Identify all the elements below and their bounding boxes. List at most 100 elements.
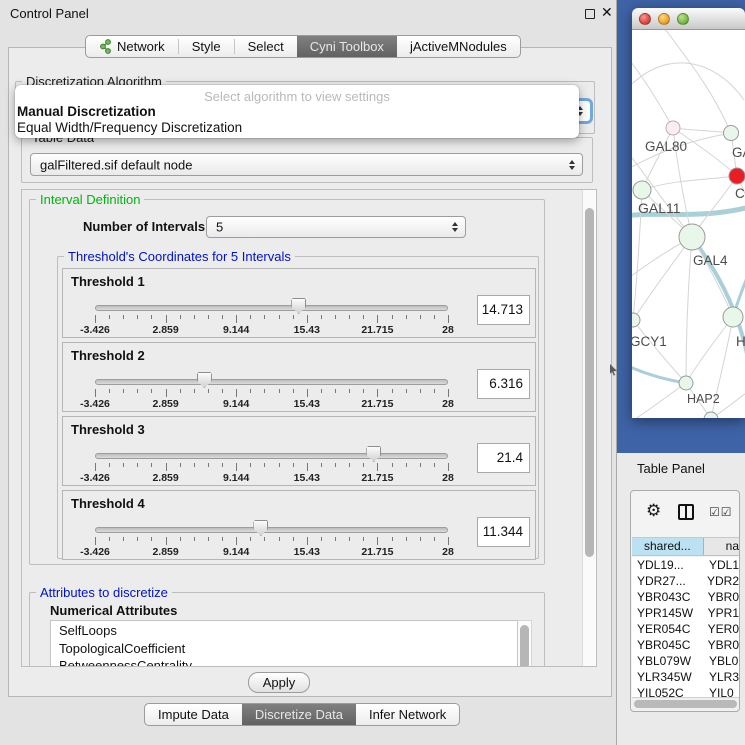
minimize-traffic-light-icon[interactable]: [658, 13, 670, 25]
slider-track[interactable]: [95, 453, 448, 459]
tick-mark: [321, 537, 322, 541]
group-threshold-coordinates: Threshold's Coordinates for 5 Intervals …: [57, 256, 539, 559]
table-row[interactable]: YBR045CYBR0: [632, 637, 739, 653]
table-row[interactable]: YER054CYER0: [632, 621, 739, 637]
dropdown-option-equal-width[interactable]: Equal Width/Frequency Discretization: [15, 120, 579, 136]
cell-name[interactable]: YBL0: [703, 653, 738, 669]
attributes-scrollbar[interactable]: [518, 620, 532, 667]
slider-track[interactable]: [95, 527, 448, 533]
network-node-pink[interactable]: [666, 121, 680, 135]
tick-mark: [151, 389, 152, 393]
tab-cyni-toolbox[interactable]: Cyni Toolbox: [297, 36, 397, 57]
cell-name[interactable]: YDL1: [703, 557, 739, 573]
cell-name[interactable]: YLR3: [703, 669, 739, 685]
tick-mark: [250, 537, 251, 541]
network-node-green[interactable]: [704, 412, 718, 418]
table-row[interactable]: YIL052CYIL0: [632, 685, 739, 697]
table-row[interactable]: YLR345WYLR3: [632, 669, 739, 685]
column-header-shared[interactable]: shared...: [632, 538, 704, 555]
select-columns-icon[interactable]: ☑☑: [709, 505, 733, 519]
scrollbar-thumb[interactable]: [634, 700, 737, 708]
panel-vertical-scrollbar[interactable]: [582, 190, 596, 666]
cell-shared-name[interactable]: YDL19...: [632, 557, 703, 573]
tick-mark: [194, 389, 195, 393]
cell-shared-name[interactable]: YBR045C: [632, 637, 702, 653]
cell-name[interactable]: YBR0: [702, 637, 739, 653]
network-node-green[interactable]: [679, 224, 705, 250]
slider-thumb[interactable]: [253, 520, 268, 536]
numerical-attributes-list: SelfLoopsTopologicalCoefficientBetweenne…: [50, 620, 518, 667]
tab-discretize-data[interactable]: Discretize Data: [242, 704, 356, 725]
table-horizontal-scrollbar[interactable]: [632, 697, 739, 710]
scrollbar-thumb[interactable]: [520, 625, 529, 667]
table-row[interactable]: YDL19...YDL1: [632, 557, 739, 573]
close-icon[interactable]: ✕: [601, 4, 613, 21]
dropdown-option-manual[interactable]: Manual Discretization: [15, 104, 579, 120]
network-edge: [632, 55, 673, 128]
network-node-green[interactable]: [723, 307, 743, 327]
tick-mark: [208, 315, 209, 319]
table-row[interactable]: YBL079WYBL0: [632, 653, 739, 669]
table-row[interactable]: YPR145WYPR1: [632, 605, 739, 621]
attribute-item[interactable]: TopologicalCoefficient: [59, 640, 517, 658]
tick-mark: [236, 315, 237, 323]
table-row[interactable]: YBR043CYBR0: [632, 589, 739, 605]
attribute-item[interactable]: SelfLoops: [59, 622, 517, 640]
node-label: GAL80: [645, 139, 687, 154]
network-node-green[interactable]: [724, 126, 739, 141]
float-window-icon[interactable]: [585, 9, 595, 19]
table-data-combo[interactable]: galFiltered.sif default node: [30, 153, 583, 176]
zoom-traffic-light-icon[interactable]: [677, 13, 689, 25]
tick-mark: [420, 315, 421, 319]
tick-label: -3.426: [80, 546, 110, 558]
column-header-name[interactable]: na: [704, 538, 739, 555]
intervals-combo[interactable]: 5: [206, 216, 466, 238]
tick-mark: [166, 537, 167, 545]
attribute-item[interactable]: BetweennessCentrality: [59, 657, 517, 667]
close-traffic-light-icon[interactable]: [639, 13, 651, 25]
cell-shared-name[interactable]: YPR145W: [632, 605, 702, 621]
network-edge: [632, 383, 686, 418]
cell-name[interactable]: YPR1: [702, 605, 739, 621]
threshold-value-field[interactable]: 21.4: [477, 443, 530, 473]
tab-network[interactable]: Network: [86, 36, 178, 57]
cell-shared-name[interactable]: YER054C: [632, 621, 702, 637]
cell-name[interactable]: YIL0: [703, 685, 734, 697]
slider-track[interactable]: [95, 305, 448, 311]
tab-style[interactable]: Style: [179, 36, 234, 57]
gear-icon[interactable]: ⚙: [646, 501, 661, 521]
cell-shared-name[interactable]: YIL052C: [632, 685, 703, 697]
threshold-value-field[interactable]: 14.713: [477, 295, 530, 325]
slider-thumb[interactable]: [197, 372, 212, 388]
network-canvas[interactable]: GAL80GACGAL11GAL4GCY1HHAP2: [632, 30, 745, 418]
apply-button[interactable]: Apply: [248, 672, 310, 693]
scrollbar-thumb[interactable]: [585, 208, 594, 557]
cell-name[interactable]: YDR2: [701, 573, 739, 589]
cell-name[interactable]: YBR0: [702, 589, 739, 605]
slider-thumb[interactable]: [291, 298, 306, 314]
network-window-titlebar[interactable]: [632, 8, 745, 30]
threshold-value-field[interactable]: 11.344: [477, 517, 530, 547]
tick-mark: [250, 463, 251, 467]
slider-track[interactable]: [95, 379, 448, 385]
tab-label: Discretize Data: [255, 707, 343, 722]
network-node-red[interactable]: [729, 168, 745, 184]
tick-label: 15.43: [294, 324, 320, 336]
slider-thumb[interactable]: [366, 446, 381, 462]
table-row[interactable]: YDR27...YDR2: [632, 573, 739, 589]
columns-icon[interactable]: [678, 504, 694, 520]
cell-shared-name[interactable]: YBL079W: [632, 653, 703, 669]
tab-infer-network[interactable]: Infer Network: [356, 704, 459, 725]
cell-name[interactable]: YER0: [702, 621, 739, 637]
cell-shared-name[interactable]: YBR043C: [632, 589, 702, 605]
network-node-green[interactable]: [679, 376, 693, 390]
cell-shared-name[interactable]: YDR27...: [632, 573, 701, 589]
tab-impute-data[interactable]: Impute Data: [145, 704, 242, 725]
tick-label: 9.144: [223, 324, 249, 336]
threshold-value-field[interactable]: 6.316: [477, 369, 530, 399]
network-node-green[interactable]: [633, 181, 651, 199]
tab-jactivemnodules[interactable]: jActiveMNodules: [397, 36, 520, 57]
tab-select[interactable]: Select: [235, 36, 297, 57]
cell-shared-name[interactable]: YLR345W: [632, 669, 703, 685]
network-node-green[interactable]: [632, 313, 640, 327]
